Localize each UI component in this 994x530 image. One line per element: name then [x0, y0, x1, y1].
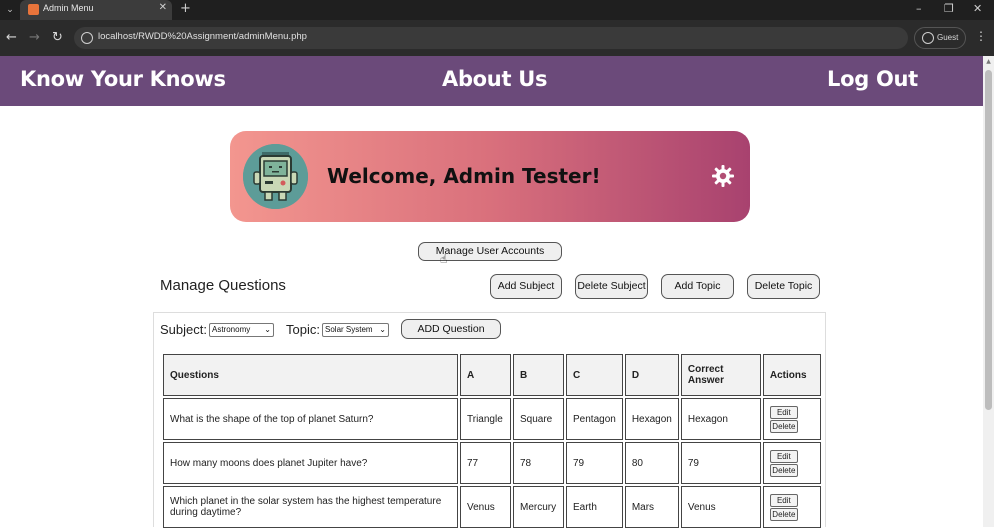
- chevron-down-icon: ⌄: [264, 325, 271, 334]
- tab-list-icon[interactable]: ⌄: [3, 3, 17, 17]
- question-cell: How many moons does planet Jupiter have?: [163, 442, 458, 484]
- subject-select[interactable]: Astronomy ⌄: [209, 323, 274, 337]
- delete-subject-button[interactable]: Delete Subject: [575, 274, 648, 299]
- option-c-cell: Pentagon: [566, 398, 623, 440]
- subject-select-value: Astronomy: [212, 325, 251, 334]
- edit-button[interactable]: Edit: [769, 405, 798, 419]
- table-row: What is the shape of the top of planet S…: [163, 398, 821, 440]
- close-window-icon[interactable]: ✕: [973, 2, 982, 15]
- header-questions: Questions: [163, 354, 458, 396]
- option-c-cell: 79: [566, 442, 623, 484]
- about-us-link[interactable]: About Us: [442, 67, 547, 91]
- topic-select[interactable]: Solar System ⌄: [322, 323, 389, 337]
- actions-cell: Edit Delete: [762, 398, 821, 440]
- table-row: Which planet in the solar system has the…: [163, 486, 821, 528]
- topic-select-value: Solar System: [325, 325, 373, 334]
- close-tab-icon[interactable]: ✕: [159, 2, 167, 13]
- header-c: C: [566, 354, 623, 396]
- delete-button[interactable]: Delete: [769, 507, 798, 521]
- section-title: Manage Questions: [160, 277, 286, 294]
- header-actions: Actions: [762, 354, 821, 396]
- correct-answer-cell: 79: [680, 442, 761, 484]
- add-topic-button[interactable]: Add Topic: [661, 274, 734, 299]
- welcome-card: Welcome, Admin Tester!: [230, 131, 750, 222]
- header-d: D: [624, 354, 679, 396]
- new-tab-icon[interactable]: +: [180, 1, 191, 16]
- table-header-row: Questions A B C D Correct Answer Actions: [163, 354, 821, 396]
- avatar: [243, 144, 308, 209]
- delete-button[interactable]: Delete: [769, 463, 798, 477]
- actions-cell: Edit Delete: [762, 442, 821, 484]
- add-question-button[interactable]: ADD Question: [401, 319, 501, 339]
- site-header: Know Your Knows About Us Log Out: [0, 56, 983, 106]
- chevron-down-icon: ⌄: [379, 325, 386, 334]
- question-cell: Which planet in the solar system has the…: [163, 486, 458, 528]
- header-correct-answer: Correct Answer: [680, 354, 761, 396]
- option-d-cell: Hexagon: [624, 398, 679, 440]
- option-b-cell: 78: [513, 442, 564, 484]
- robot-avatar-icon: [243, 144, 308, 209]
- delete-topic-button[interactable]: Delete Topic: [747, 274, 820, 299]
- header-b: B: [513, 354, 564, 396]
- option-a-cell: Triangle: [460, 398, 511, 440]
- address-bar[interactable]: localhost/RWDD%20Assignment/adminMenu.ph…: [74, 27, 908, 49]
- actions-cell: Edit Delete: [762, 486, 821, 528]
- topic-label: Topic:: [286, 322, 320, 337]
- profile-label: Guest: [937, 33, 959, 42]
- hand-cursor-icon: ☝: [440, 252, 448, 266]
- scroll-thumb[interactable]: [985, 70, 992, 410]
- url-text: localhost/RWDD%20Assignment/adminMenu.ph…: [98, 31, 307, 42]
- edit-button[interactable]: Edit: [769, 449, 798, 463]
- favicon-icon: [28, 4, 39, 15]
- page-scrollbar[interactable]: ▲: [983, 56, 994, 527]
- option-c-cell: Earth: [566, 486, 623, 528]
- reload-icon[interactable]: ↻: [52, 30, 63, 45]
- browser-menu-icon[interactable]: ⋮: [975, 29, 987, 43]
- subject-label: Subject:: [160, 322, 207, 337]
- site-info-icon[interactable]: [81, 32, 93, 44]
- correct-answer-cell: Hexagon: [680, 398, 761, 440]
- option-b-cell: Square: [513, 398, 564, 440]
- log-out-link[interactable]: Log Out: [827, 67, 918, 91]
- browser-tab[interactable]: Admin Menu ✕: [20, 0, 172, 20]
- gear-icon[interactable]: [711, 164, 735, 188]
- minimize-icon[interactable]: –: [916, 2, 922, 15]
- option-a-cell: 77: [460, 442, 511, 484]
- restore-icon[interactable]: ❐: [944, 2, 954, 15]
- brand-link[interactable]: Know Your Knows: [20, 67, 226, 91]
- option-a-cell: Venus: [460, 486, 511, 528]
- option-d-cell: Mars: [624, 486, 679, 528]
- forward-icon[interactable]: →: [29, 30, 40, 45]
- delete-button[interactable]: Delete: [769, 419, 798, 433]
- welcome-message: Welcome, Admin Tester!: [327, 164, 601, 188]
- add-subject-button[interactable]: Add Subject: [490, 274, 562, 299]
- option-b-cell: Mercury: [513, 486, 564, 528]
- header-a: A: [460, 354, 511, 396]
- option-d-cell: 80: [624, 442, 679, 484]
- question-cell: What is the shape of the top of planet S…: [163, 398, 458, 440]
- correct-answer-cell: Venus: [680, 486, 761, 528]
- scroll-up-icon[interactable]: ▲: [983, 58, 994, 65]
- edit-button[interactable]: Edit: [769, 493, 798, 507]
- browser-toolbar: ← → ↻ localhost/RWDD%20Assignment/adminM…: [0, 20, 994, 56]
- profile-button[interactable]: Guest: [914, 27, 966, 49]
- table-row: How many moons does planet Jupiter have?…: [163, 442, 821, 484]
- back-icon[interactable]: ←: [6, 30, 17, 45]
- questions-table: Questions A B C D Correct Answer Actions…: [161, 352, 823, 530]
- tab-title: Admin Menu: [43, 3, 94, 13]
- profile-icon: [922, 32, 934, 44]
- browser-tab-bar: ⌄ Admin Menu ✕ + – ❐ ✕: [0, 0, 994, 20]
- questions-panel: Subject: Astronomy ⌄ Topic: Solar System…: [153, 312, 826, 530]
